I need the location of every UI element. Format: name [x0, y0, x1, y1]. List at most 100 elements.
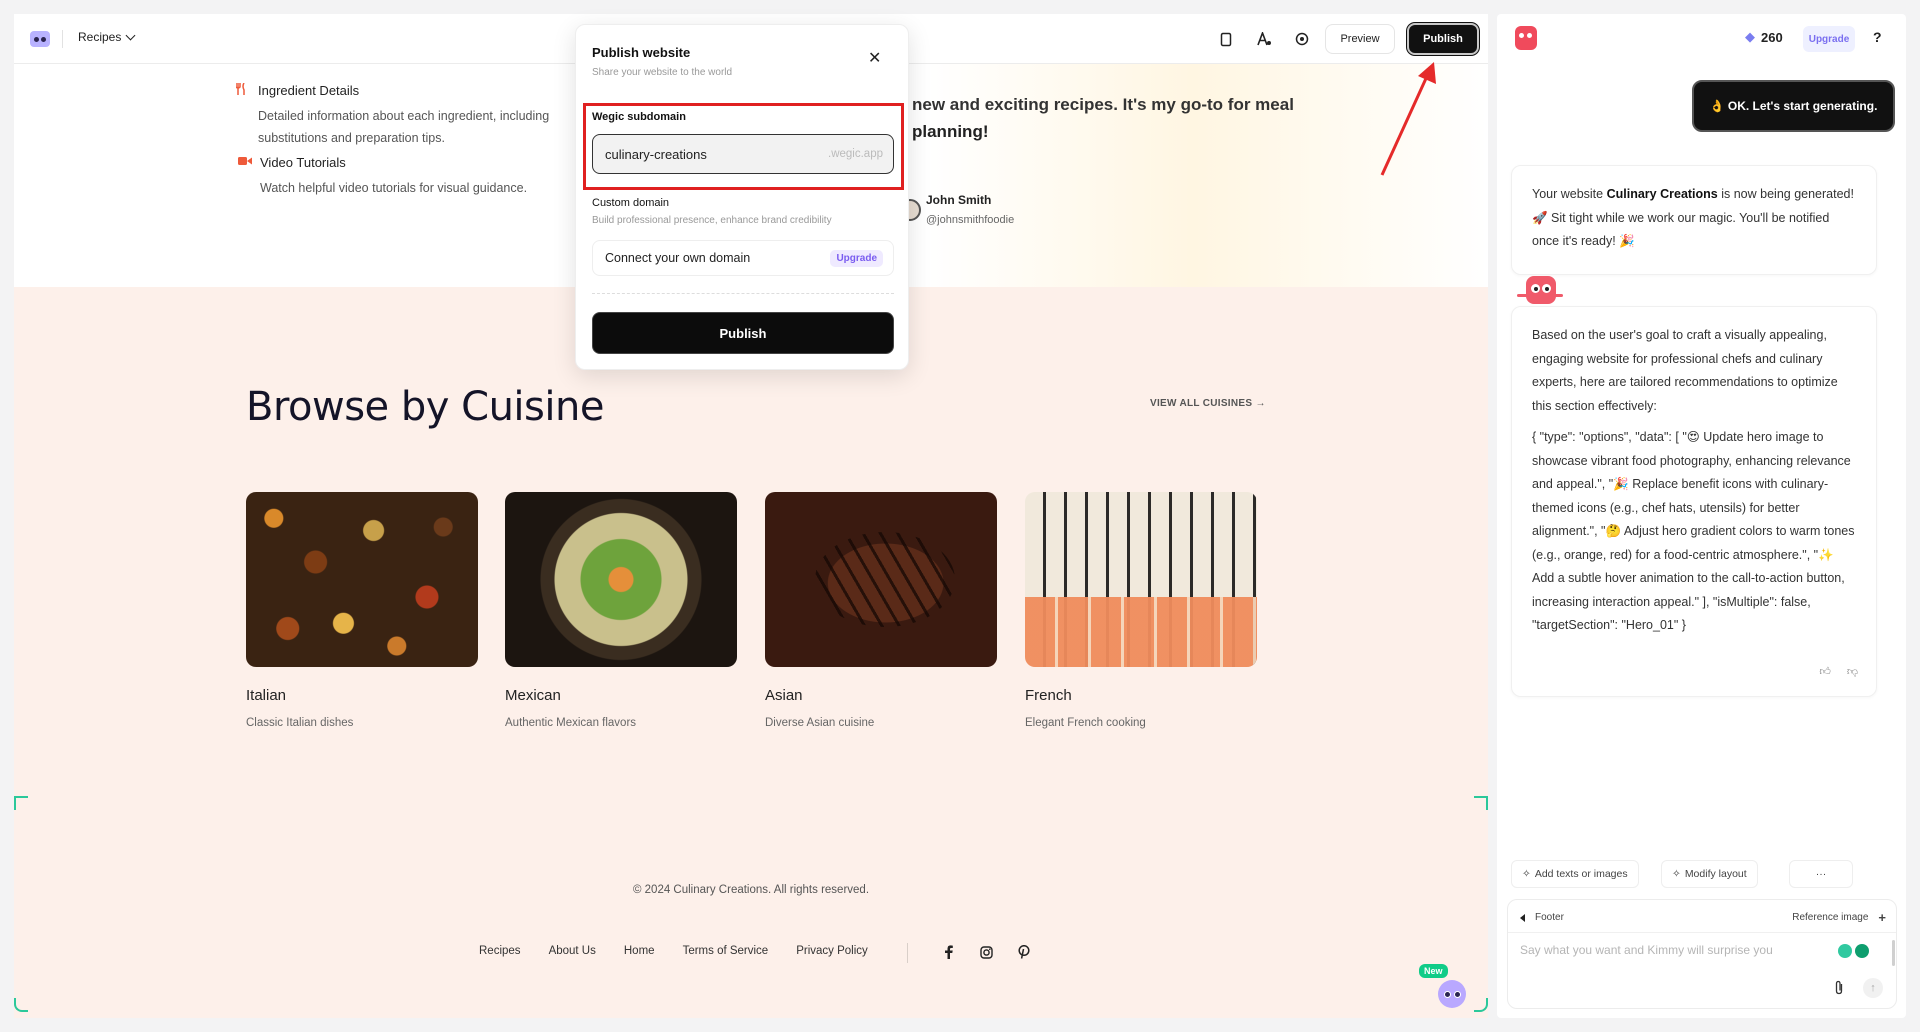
- selection-corner-top-left: [14, 796, 28, 810]
- context-section-label: Footer: [1535, 912, 1564, 923]
- more-options-chip[interactable]: ···: [1789, 860, 1853, 888]
- steak-image: [765, 492, 997, 667]
- cuisine-card-asian[interactable]: Asian Diverse Asian cuisine: [765, 492, 997, 729]
- subdomain-label: Wegic subdomain: [592, 111, 686, 123]
- chat-input[interactable]: [1520, 943, 1830, 983]
- cuisine-card-french[interactable]: French Elegant French cooking: [1025, 492, 1257, 729]
- sushi-image: [1025, 492, 1257, 667]
- thumbs-down-icon[interactable]: 👎︎: [1847, 661, 1858, 685]
- feature-video-tutorials: Video Tutorials Watch helpful video tuto…: [238, 155, 580, 199]
- upgrade-badge[interactable]: Upgrade: [830, 249, 883, 267]
- device-preview-icon[interactable]: [1216, 29, 1236, 49]
- custom-domain-hint: Build professional presence, enhance bra…: [592, 215, 832, 226]
- publish-modal: Publish website Share your website to th…: [575, 24, 909, 370]
- kimmy-assistant-button[interactable]: [1438, 980, 1466, 1008]
- subdomain-input[interactable]: [605, 146, 785, 162]
- page-selector-label: Recipes: [78, 30, 122, 44]
- feature-title: Ingredient Details: [258, 83, 360, 98]
- extension-icons: [1838, 944, 1869, 958]
- arrow-right-icon: →: [1255, 398, 1266, 409]
- testimonial-author: John Smith @johnsmithfoodie: [926, 193, 1014, 226]
- chat-panel: ◆ 260 Upgrade ? 👌 OK. Let's start genera…: [1497, 14, 1906, 1018]
- toolbar-divider: [62, 30, 63, 48]
- subdomain-suffix: .wegic.app: [828, 148, 883, 160]
- plus-icon: +: [1878, 910, 1886, 925]
- testimonial-quote: new and exciting recipes. It's my go-to …: [912, 95, 1294, 147]
- reference-image-button[interactable]: Reference image +: [1792, 910, 1886, 925]
- modal-title: Publish website: [592, 45, 691, 60]
- footer-link-terms[interactable]: Terms of Service: [683, 945, 769, 957]
- chevron-down-icon: [125, 30, 136, 40]
- subdomain-field[interactable]: .wegic.app: [592, 134, 894, 174]
- feature-desc: Detailed information about each ingredie…: [258, 109, 550, 145]
- view-all-label: VIEW ALL CUISINES: [1150, 398, 1253, 409]
- author-name: John Smith: [926, 193, 992, 207]
- footer-link-recipes[interactable]: Recipes: [479, 945, 521, 957]
- assistant-recommendation-message: Based on the user's goal to craft a visu…: [1511, 306, 1877, 697]
- view-all-cuisines-link[interactable]: VIEW ALL CUISINES →: [1150, 398, 1266, 409]
- modal-subtitle: Share your website to the world: [592, 67, 733, 78]
- chip-label: Add texts or images: [1534, 868, 1628, 880]
- sparkle-icon: ✧: [1522, 868, 1531, 880]
- composer-divider: [1508, 932, 1896, 933]
- credit-icon: ◆: [1745, 29, 1755, 44]
- pinterest-icon[interactable]: [1016, 944, 1032, 960]
- recommendation-intro: Based on the user's goal to craft a visu…: [1532, 328, 1838, 413]
- publish-button[interactable]: Publish: [1407, 23, 1479, 55]
- modal-publish-button[interactable]: Publish: [592, 312, 894, 354]
- browse-title: Browse by Cuisine: [246, 384, 604, 430]
- cuisine-card-italian[interactable]: Italian Classic Italian dishes: [246, 492, 478, 729]
- cuisine-desc: Authentic Mexican flavors: [505, 717, 637, 729]
- author-handle: @johnsmithfoodie: [926, 214, 1015, 226]
- settings-gear-icon[interactable]: [1292, 29, 1312, 49]
- extension-icon[interactable]: [1838, 944, 1852, 958]
- kimmy-mascot-icon: [1515, 26, 1537, 50]
- grammarly-icon[interactable]: [1855, 944, 1869, 958]
- footer-link-privacy[interactable]: Privacy Policy: [796, 945, 868, 957]
- attachment-icon[interactable]: [1834, 980, 1844, 998]
- assistant-status-message: Your website Culinary Creations is now b…: [1511, 165, 1877, 275]
- modify-layout-chip[interactable]: ✧ Modify layout: [1661, 860, 1758, 888]
- user-message: 👌 OK. Let's start generating.: [1692, 80, 1895, 132]
- cuisine-card-mexican[interactable]: Mexican Authentic Mexican flavors: [505, 492, 737, 729]
- feature-desc: Watch helpful video tutorials for visual…: [260, 181, 528, 195]
- spices-image: [246, 492, 478, 667]
- wegic-logo-icon[interactable]: [30, 31, 50, 47]
- send-arrow-icon[interactable]: ↑: [1863, 978, 1883, 998]
- cuisine-name: Asian: [765, 687, 803, 704]
- salad-image: [505, 492, 737, 667]
- footer-link-home[interactable]: Home: [624, 945, 655, 957]
- facebook-icon[interactable]: [940, 944, 956, 960]
- thumbs-up-icon[interactable]: 👍︎: [1819, 661, 1831, 685]
- footer-copyright: © 2024 Culinary Creations. All rights re…: [632, 884, 870, 896]
- page-selector-dropdown[interactable]: Recipes: [78, 30, 136, 44]
- cuisine-desc: Elegant French cooking: [1025, 717, 1146, 729]
- connect-domain-option[interactable]: Connect your own domain Upgrade: [592, 240, 894, 276]
- cuisine-desc: Classic Italian dishes: [246, 717, 354, 729]
- footer-link-about[interactable]: About Us: [549, 945, 596, 957]
- chip-label: Modify layout: [1684, 868, 1747, 880]
- credits-counter: ◆ 260: [1745, 29, 1783, 45]
- preview-button[interactable]: Preview: [1325, 24, 1395, 54]
- cuisine-desc: Diverse Asian cuisine: [765, 717, 875, 729]
- help-icon[interactable]: ?: [1873, 29, 1882, 45]
- browse-section-background: [14, 287, 1488, 1018]
- text-style-icon[interactable]: [1254, 29, 1274, 49]
- upgrade-button[interactable]: Upgrade: [1803, 26, 1855, 52]
- add-texts-images-chip[interactable]: ✧ Add texts or images: [1511, 860, 1639, 888]
- annotation-arrow: [1380, 62, 1436, 176]
- context-section[interactable]: Footer: [1520, 910, 1564, 925]
- close-icon[interactable]: ✕: [868, 48, 881, 68]
- instagram-icon[interactable]: [978, 944, 994, 960]
- custom-domain-label: Custom domain: [592, 197, 670, 209]
- sparkle-icon: ✧: [1672, 868, 1681, 880]
- message-feedback: 👍︎ 👎︎: [1819, 661, 1858, 685]
- testimonial-line-1: new and exciting recipes. It's my go-to …: [912, 95, 1294, 114]
- footer-divider: [907, 943, 908, 963]
- footer-nav: Recipes About Us Home Terms of Service P…: [479, 945, 868, 957]
- connect-domain-label: Connect your own domain: [605, 251, 751, 265]
- input-scrollbar[interactable]: [1892, 940, 1895, 966]
- feature-title: Video Tutorials: [260, 155, 346, 170]
- context-row: Footer Reference image +: [1520, 910, 1886, 925]
- cuisine-name: Italian: [246, 687, 287, 704]
